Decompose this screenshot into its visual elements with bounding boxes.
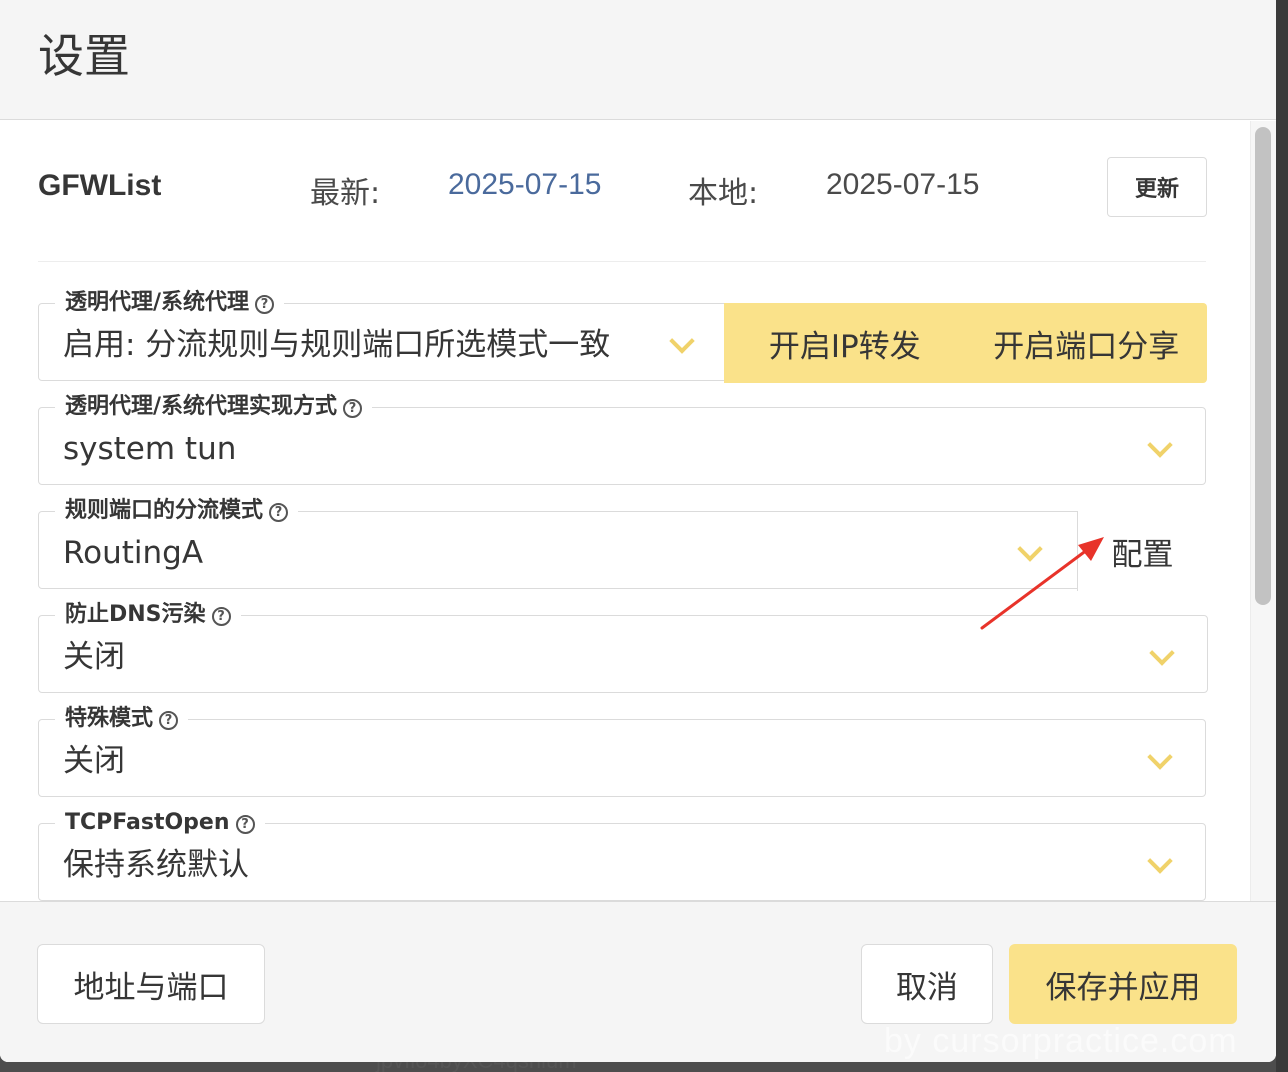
chevron-down-icon[interactable] bbox=[1149, 640, 1175, 666]
tcp-fast-open-label: TCPFastOpen? bbox=[55, 809, 265, 837]
help-icon[interactable]: ? bbox=[235, 815, 255, 834]
help-icon[interactable]: ? bbox=[343, 399, 363, 418]
special-mode-select[interactable]: 关闭 bbox=[63, 742, 125, 780]
modal-header: 设置 bbox=[0, 0, 1276, 120]
transparent-proxy-label: 透明代理/系统代理? bbox=[55, 289, 285, 317]
chevron-down-icon[interactable] bbox=[669, 328, 695, 354]
tcp-fast-open-field: TCPFastOpen? 保持系统默认 bbox=[38, 809, 1206, 901]
help-icon[interactable]: ? bbox=[255, 295, 275, 314]
special-mode-label: 特殊模式? bbox=[55, 705, 189, 733]
proxy-action-buttons: 开启IP转发 开启端口分享 bbox=[724, 303, 1207, 383]
chevron-down-icon[interactable] bbox=[1147, 432, 1173, 458]
gfwlist-latest-date: 2025-07-15 bbox=[448, 168, 602, 201]
watermark: by cursorpractice.com bbox=[884, 1022, 1238, 1060]
modal-body[interactable]: GFWList 最新: 2025-07-15 本地: 2025-07-15 更新… bbox=[0, 121, 1276, 901]
chevron-down-icon[interactable] bbox=[1147, 744, 1173, 770]
special-mode-field: 特殊模式? 关闭 bbox=[38, 705, 1206, 797]
transparent-proxy-select[interactable]: 启用: 分流规则与规则端口所选模式一致 bbox=[63, 326, 610, 364]
enable-ip-forward-button[interactable]: 开启IP转发 bbox=[724, 303, 966, 383]
dns-pollution-select[interactable]: 关闭 bbox=[63, 638, 125, 676]
save-apply-button[interactable]: 保存并应用 bbox=[1009, 944, 1237, 1024]
routing-mode-select[interactable]: RoutingA bbox=[63, 534, 203, 572]
update-gfwlist-button[interactable]: 更新 bbox=[1107, 157, 1207, 217]
backdrop-strip bbox=[1276, 0, 1288, 1072]
gfwlist-local-date: 2025-07-15 bbox=[826, 168, 980, 201]
help-icon[interactable]: ? bbox=[159, 711, 179, 730]
routing-mode-label: 规则端口的分流模式? bbox=[55, 497, 299, 525]
proxy-implementation-label: 透明代理/系统代理实现方式? bbox=[55, 393, 373, 421]
section-divider bbox=[38, 261, 1206, 262]
modal-title: 设置 bbox=[38, 29, 130, 83]
proxy-implementation-select[interactable]: system tun bbox=[63, 430, 236, 468]
gfwlist-latest-label: 最新: bbox=[310, 176, 381, 211]
gfwlist-row: GFWList 最新: 2025-07-15 本地: 2025-07-15 更新 bbox=[0, 121, 1250, 261]
chevron-down-icon[interactable] bbox=[1147, 848, 1173, 874]
scrollbar-thumb[interactable] bbox=[1255, 127, 1271, 605]
cancel-button[interactable]: 取消 bbox=[861, 944, 993, 1024]
proxy-implementation-field: 透明代理/系统代理实现方式? system tun bbox=[38, 393, 1206, 485]
gfwlist-local-label: 本地: bbox=[688, 176, 759, 211]
annotation-arrow bbox=[980, 537, 1104, 630]
tcp-fast-open-select[interactable]: 保持系统默认 bbox=[63, 846, 249, 884]
help-icon[interactable]: ? bbox=[269, 503, 289, 522]
transparent-proxy-field: 透明代理/系统代理? 启用: 分流规则与规则端口所选模式一致 开启IP转发 开启… bbox=[38, 289, 1207, 383]
address-port-button[interactable]: 地址与端口 bbox=[37, 944, 265, 1024]
settings-modal: 设置 GFWList 最新: 2025-07-15 本地: 2025-07-15… bbox=[0, 0, 1276, 1062]
dns-pollution-label: 防止DNS污染? bbox=[55, 601, 241, 629]
enable-port-share-button[interactable]: 开启端口分享 bbox=[966, 303, 1208, 383]
help-icon[interactable]: ? bbox=[211, 607, 231, 626]
gfwlist-label: GFWList bbox=[38, 169, 162, 202]
